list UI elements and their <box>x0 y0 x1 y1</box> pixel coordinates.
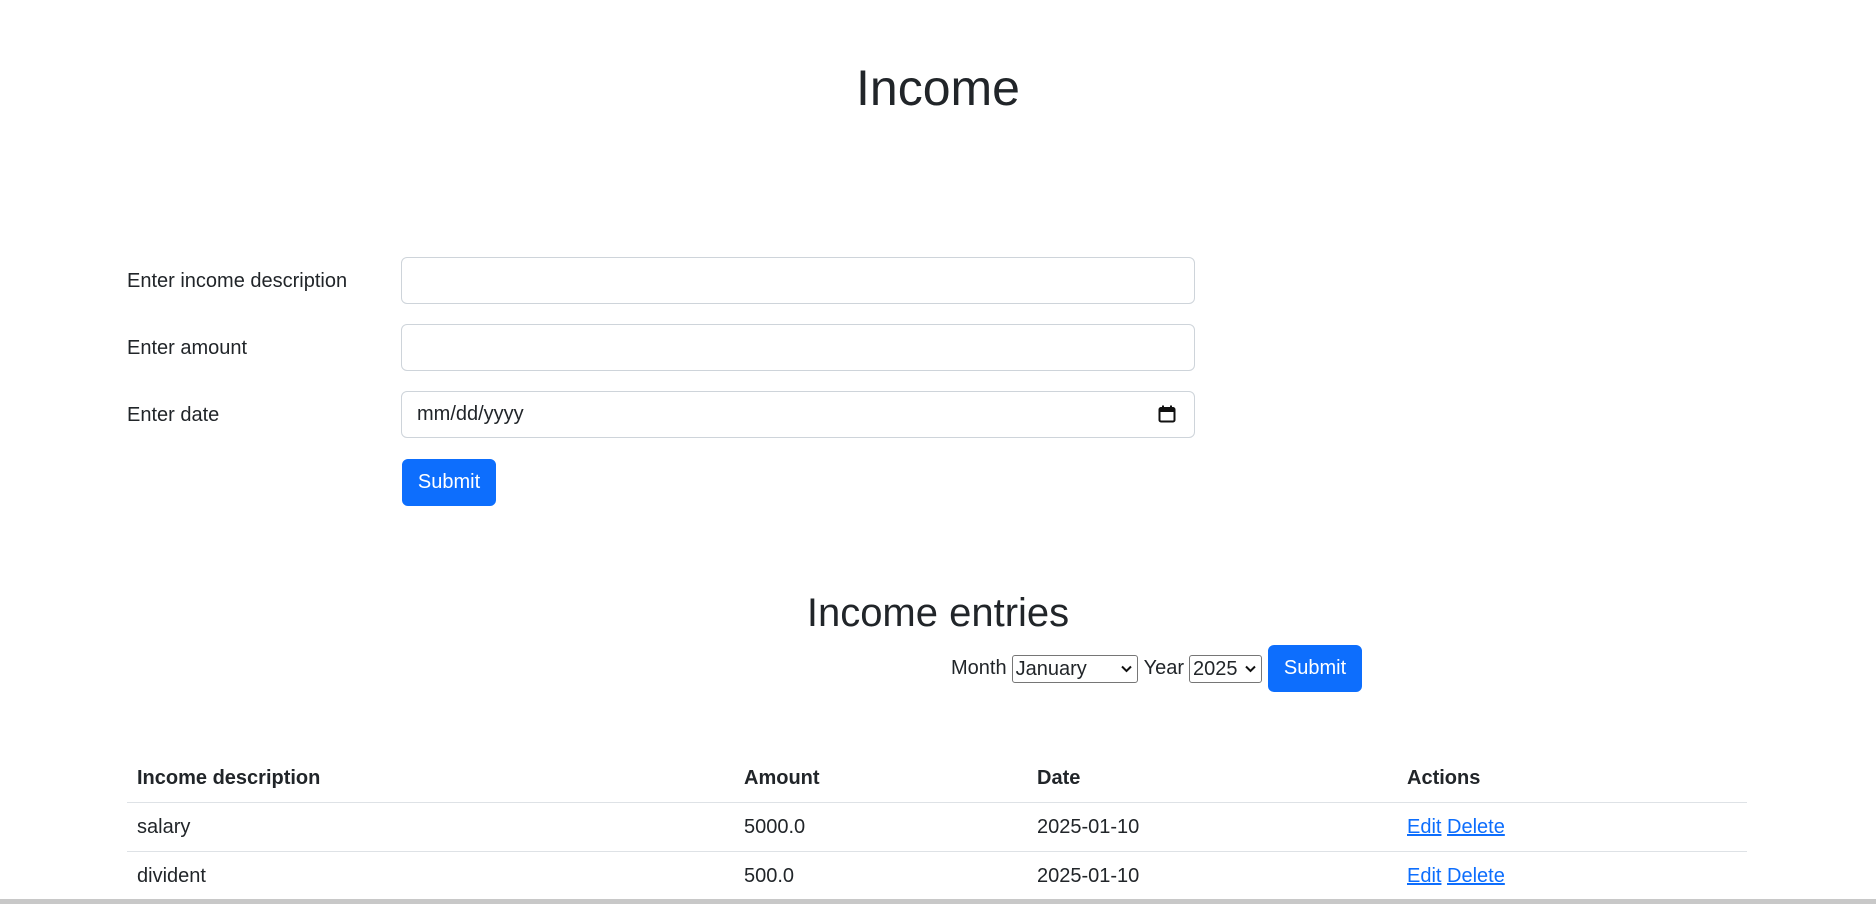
cell-description: divident <box>127 851 734 901</box>
date-row: Enter date mm/dd/yyyy <box>127 391 1197 439</box>
cell-amount: 5000.0 <box>734 802 1027 852</box>
amount-input[interactable] <box>401 324 1195 371</box>
description-input[interactable] <box>401 257 1195 304</box>
horizontal-scrollbar[interactable] <box>0 899 1876 904</box>
column-header-actions: Actions <box>1397 754 1747 803</box>
cell-actions: Edit Delete <box>1397 851 1747 901</box>
column-header-amount: Amount <box>734 754 1027 803</box>
submit-income-button[interactable]: Submit <box>402 459 496 506</box>
year-selected-value: 2025 <box>1193 657 1238 680</box>
year-select[interactable]: 2025 <box>1189 654 1263 683</box>
filter-submit-button[interactable]: Submit <box>1268 645 1363 692</box>
column-header-date: Date <box>1027 754 1397 803</box>
calendar-icon[interactable] <box>1158 405 1176 423</box>
date-placeholder: mm/dd/yyyy <box>417 403 524 425</box>
table-row: salary 5000.0 2025-01-10 Edit Delete <box>127 802 1747 852</box>
description-row: Enter income description <box>127 257 1197 305</box>
month-selected-value: January <box>1015 657 1087 680</box>
table-row: divident 500.0 2025-01-10 Edit Delete <box>127 851 1747 901</box>
amount-label: Enter amount <box>127 337 248 359</box>
chevron-down-icon <box>1120 665 1132 672</box>
cell-amount: 500.0 <box>734 851 1027 901</box>
description-label: Enter income description <box>127 270 348 292</box>
amount-row: Enter amount <box>127 324 1197 372</box>
edit-link[interactable]: Edit <box>1407 816 1441 838</box>
cell-date: 2025-01-10 <box>1027 851 1397 901</box>
entries-filter: Month January Year 2025 Submit <box>951 645 1363 692</box>
date-input[interactable]: mm/dd/yyyy <box>401 391 1195 438</box>
cell-date: 2025-01-10 <box>1027 802 1397 852</box>
month-label: Month <box>951 657 1007 679</box>
year-label: Year <box>1143 657 1185 679</box>
chevron-down-icon <box>1245 665 1256 672</box>
delete-link[interactable]: Delete <box>1447 865 1505 887</box>
delete-link[interactable]: Delete <box>1447 816 1505 838</box>
month-select[interactable]: January <box>1011 654 1138 683</box>
page-title: Income <box>856 60 1020 116</box>
cell-actions: Edit Delete <box>1397 802 1747 852</box>
column-header-description: Income description <box>127 754 734 803</box>
income-entries-table: Income description Amount Date Actions s… <box>127 754 1747 901</box>
edit-link[interactable]: Edit <box>1407 865 1441 887</box>
entries-title: Income entries <box>806 591 1070 635</box>
cell-description: salary <box>127 802 734 852</box>
date-label: Enter date <box>127 404 220 426</box>
table-header-row: Income description Amount Date Actions <box>127 754 1747 803</box>
